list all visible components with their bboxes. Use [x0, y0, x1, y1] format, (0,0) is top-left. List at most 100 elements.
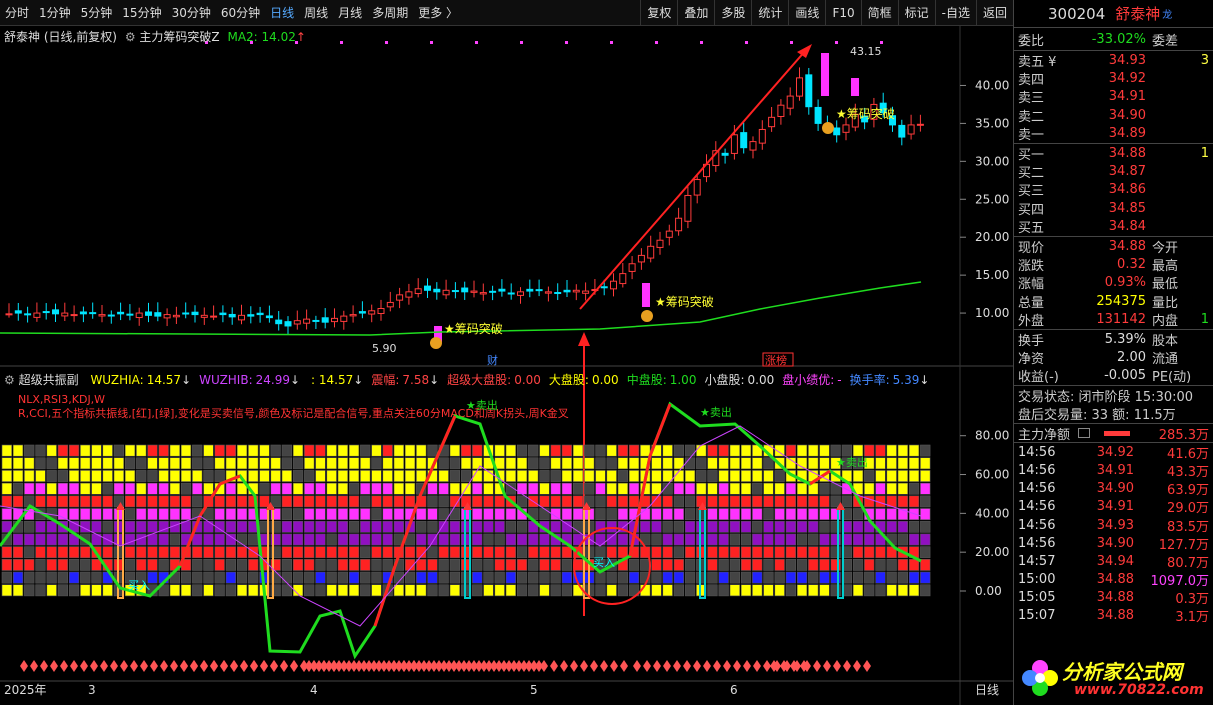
tool-button[interactable]: 简框: [860, 0, 898, 26]
candle: [256, 312, 264, 316]
row-price: 34.86: [1108, 182, 1146, 198]
resonance-block: [35, 571, 46, 584]
candle: [451, 290, 459, 293]
resonance-block: [1, 457, 12, 470]
resonance-block: [1, 558, 12, 571]
resonance-block: [528, 584, 539, 597]
tick-list[interactable]: 14:56 34.92 41.6万 14:56 34.91 43.3万 14:56 34.90…: [1014, 443, 1213, 626]
resonance-block: [483, 584, 494, 597]
period-tab[interactable]: 周线: [299, 4, 333, 21]
resonance-block: [438, 584, 449, 597]
tick-v: 41.6万: [1167, 446, 1209, 462]
resonance-block: [416, 520, 427, 533]
candle: [154, 312, 162, 317]
kline-chart[interactable]: 40.0035.0030.0025.0020.0015.0010.0043.15…: [0, 26, 1013, 705]
candle: [219, 312, 227, 316]
resonance-block: [35, 482, 46, 495]
resonance-block: [360, 533, 371, 546]
resonance-block: [124, 495, 136, 508]
resonance-block: [371, 457, 382, 470]
period-tab[interactable]: 多周期: [367, 4, 413, 21]
date-label: 5: [530, 683, 538, 697]
resonance-block: [236, 546, 248, 559]
resonance-block: [528, 457, 539, 470]
period-tab[interactable]: 日线: [265, 4, 299, 21]
resonance-block: [180, 444, 192, 457]
tool-button[interactable]: 统计: [751, 0, 788, 26]
resonance-block: [561, 571, 572, 584]
resonance-block: [516, 584, 528, 597]
resonance-block: [684, 508, 696, 520]
tool-button[interactable]: 叠加: [677, 0, 714, 26]
sub-indicator-name[interactable]: 超级共振副: [19, 373, 79, 387]
period-tab[interactable]: 5分钟: [76, 4, 118, 21]
resonance-block: [774, 508, 785, 520]
resonance-block: [729, 584, 740, 597]
period-tab[interactable]: 1分钟: [34, 4, 76, 21]
resonance-block: [875, 444, 886, 457]
resonance-block: [382, 457, 393, 470]
period-tab[interactable]: 60分钟: [216, 4, 265, 21]
diamond-icon: [170, 660, 178, 672]
tool-button[interactable]: 返回: [975, 0, 1013, 26]
indicator-name[interactable]: 主力筹码突破Z: [139, 30, 219, 44]
period-tab[interactable]: 15分钟: [117, 4, 166, 21]
tool-button[interactable]: 标记: [897, 0, 935, 26]
resonance-block: [707, 470, 718, 482]
candle: [535, 289, 543, 292]
tool-button[interactable]: -自选: [934, 0, 976, 26]
diamond-icon: [190, 660, 198, 672]
tool-button[interactable]: 多股: [714, 0, 751, 26]
settings-icon[interactable]: ⚙: [4, 373, 15, 387]
diamond-icon: [823, 660, 831, 672]
param-key: 换手率:: [849, 373, 890, 387]
resonance-block: [68, 558, 80, 571]
resonance-block: [875, 571, 886, 584]
resonance-block: [449, 584, 460, 597]
resonance-block: [886, 457, 897, 470]
resonance-block: [35, 470, 46, 482]
resonance-block: [830, 533, 841, 546]
diamond-icon: [480, 660, 488, 672]
resonance-block: [203, 584, 214, 597]
stat-row: 净资 2.00 流通: [1014, 348, 1213, 367]
tool-button[interactable]: 复权: [640, 0, 677, 26]
period-tag: 日线: [975, 683, 999, 697]
diamond-icon: [440, 660, 448, 672]
resonance-block: [763, 457, 774, 470]
resonance-block: [752, 520, 763, 533]
diamond-icon: [60, 660, 68, 672]
desc-line-1: NLX,RSI3,KDJ,W: [18, 393, 105, 406]
diamond-icon: [250, 660, 258, 672]
resonance-block: [393, 584, 404, 597]
resonance-block: [684, 482, 696, 495]
resonance-block: [393, 470, 404, 482]
diamond-icon: [200, 660, 208, 672]
list-icon[interactable]: [1078, 428, 1090, 438]
period-tab[interactable]: 30分钟: [167, 4, 216, 21]
resonance-block: [35, 495, 46, 508]
resonance-block: [304, 546, 315, 559]
tool-button[interactable]: 画线: [788, 0, 825, 26]
resonance-block: [684, 520, 696, 533]
resonance-block: [124, 508, 136, 520]
candle: [24, 313, 32, 316]
diamond-icon: [335, 660, 343, 672]
resonance-block: [326, 457, 337, 470]
tool-button[interactable]: F10: [825, 0, 860, 26]
resonance-block: [449, 571, 460, 584]
settings-icon[interactable]: ⚙: [125, 30, 136, 44]
period-tab[interactable]: 分时: [0, 4, 34, 21]
resonance-block: [326, 533, 337, 546]
resonance-block: [908, 558, 920, 571]
period-tab[interactable]: 月线: [333, 4, 367, 21]
param-value: 5.39: [892, 373, 920, 387]
date-label: 4: [310, 683, 318, 697]
resonance-block: [897, 444, 908, 457]
resonance-block: [595, 470, 606, 482]
diamond-icon: [863, 660, 871, 672]
period-tab[interactable]: 更多 〉: [413, 4, 463, 21]
resonance-block: [68, 444, 80, 457]
highlight-candle: [821, 53, 829, 96]
resonance-block: [259, 495, 270, 508]
